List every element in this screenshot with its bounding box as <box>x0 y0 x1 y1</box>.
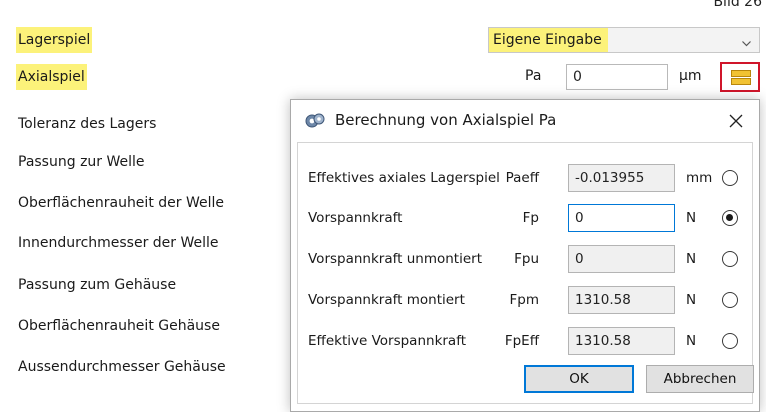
axialspiel-input[interactable] <box>566 64 668 90</box>
field-unit: mm <box>686 170 713 186</box>
paeff-input[interactable] <box>568 164 675 192</box>
dialog-titlebar[interactable]: Berechnung von Axialspiel Pa <box>291 100 759 142</box>
lagerspiel-select[interactable]: Eigene Eingabe <box>488 27 760 53</box>
fpeff-radio[interactable] <box>722 333 738 349</box>
lagerspiel-select-value: Eigene Eingabe <box>489 28 608 52</box>
field-label: Vorspannkraft montiert <box>308 292 465 308</box>
label-passung-zur-welle: Passung zur Welle <box>18 154 145 170</box>
label-passung-zum-gehaeuse: Passung zum Gehäuse <box>18 277 177 293</box>
field-symbol: Fpm <box>509 292 540 308</box>
field-symbol: FpEff <box>504 333 539 349</box>
field-unit: N <box>686 333 697 349</box>
label-axialspiel: Axialspiel <box>16 64 87 90</box>
fp-radio[interactable] <box>722 210 738 226</box>
calculate-axialspiel-button[interactable] <box>720 62 760 92</box>
figure-label: Bild 26 <box>713 0 762 10</box>
app-icon <box>305 112 325 134</box>
field-symbol: Fpu <box>514 251 539 267</box>
chevron-down-icon <box>742 36 751 47</box>
fpm-radio[interactable] <box>722 292 738 308</box>
label-oberflaechenrauheit-gehaeuse: Oberflächenrauheit Gehäuse <box>18 318 220 334</box>
field-unit: N <box>686 292 697 308</box>
field-symbol: Fp <box>522 210 539 226</box>
label-innendurchmesser-welle: Innendurchmesser der Welle <box>18 235 219 251</box>
field-unit: N <box>686 251 697 267</box>
field-label: Vorspannkraft <box>308 210 403 226</box>
dialog-title: Berechnung von Axialspiel Pa <box>335 111 557 129</box>
fpu-radio[interactable] <box>722 251 738 267</box>
paeff-radio[interactable] <box>722 170 738 186</box>
axialspiel-unit: µm <box>679 68 702 84</box>
fp-input[interactable] <box>568 204 675 232</box>
field-label: Effektives axiales Lagerspiel <box>308 170 500 186</box>
field-label: Effektive Vorspannkraft <box>308 333 467 349</box>
stacked-bars-icon <box>731 70 751 85</box>
fpm-input[interactable] <box>568 286 675 314</box>
axialspiel-symbol: Pa <box>525 68 542 84</box>
close-icon <box>729 114 743 128</box>
axialspiel-dialog: Berechnung von Axialspiel Pa Effektives … <box>290 99 760 412</box>
ok-button[interactable]: OK <box>524 365 634 393</box>
close-button[interactable] <box>723 108 749 134</box>
label-toleranz-des-lagers: Toleranz des Lagers <box>18 116 157 132</box>
cancel-button[interactable]: Abbrechen <box>646 365 754 393</box>
label-oberflaechenrauheit-welle: Oberflächenrauheit der Welle <box>18 195 224 211</box>
label-aussendurchmesser-gehaeuse: Aussendurchmesser Gehäuse <box>18 359 226 375</box>
field-unit: N <box>686 210 697 226</box>
label-lagerspiel: Lagerspiel <box>16 27 93 53</box>
fpu-input[interactable] <box>568 245 675 273</box>
dialog-body: Effektives axiales Lagerspiel Paeff mm V… <box>297 142 754 404</box>
field-symbol: Paeff <box>505 170 539 186</box>
fpeff-input[interactable] <box>568 327 675 355</box>
field-label: Vorspannkraft unmontiert <box>308 251 482 267</box>
